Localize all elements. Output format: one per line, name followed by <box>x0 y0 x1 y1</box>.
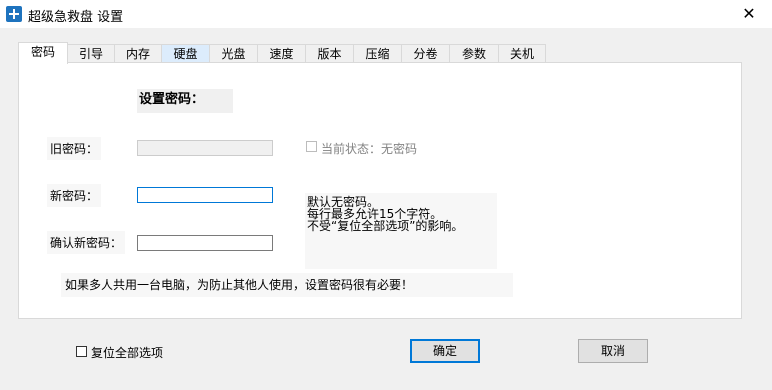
tab-cdrom[interactable]: 光盘 <box>209 44 258 62</box>
current-status-label: 当前状态：无密码 <box>321 142 418 156</box>
password-note: 如果多人共用一台电脑，为防止其他人使用，设置密码很有必要！ <box>61 273 513 297</box>
new-password-label: 新密码： <box>47 184 102 207</box>
tab-speed[interactable]: 速度 <box>257 44 306 62</box>
tab-parameters[interactable]: 参数 <box>449 44 499 62</box>
old-password-label: 旧密码： <box>47 137 102 160</box>
ok-button[interactable]: 确定 <box>410 339 480 363</box>
info-line: 不受“复位全部选项”的影响。 <box>307 219 464 233</box>
tab-harddisk[interactable]: 硬盘 <box>161 44 210 62</box>
reset-all-checkbox[interactable] <box>76 346 87 357</box>
window-title: 超级急救盘 设置 <box>28 10 124 25</box>
tab-version[interactable]: 版本 <box>305 44 354 62</box>
reset-all-label[interactable]: 复位全部选项 <box>91 344 163 361</box>
tab-volume[interactable]: 分卷 <box>401 44 450 62</box>
password-info-text: 默认无密码。 每行最多允许15个字符。 不受“复位全部选项”的影响。 <box>305 193 497 269</box>
confirm-password-label: 确认新密码： <box>47 231 126 254</box>
tab-password[interactable]: 密码 <box>18 42 68 64</box>
password-tab-panel: 设置密码： 旧密码： 当前状态：无密码 新密码： 默认无密码。 每行最多允许15… <box>18 62 742 319</box>
tab-boot[interactable]: 引导 <box>67 44 115 62</box>
title-bar: 超级急救盘 设置 ✕ <box>0 0 772 28</box>
tab-memory[interactable]: 内存 <box>114 44 162 62</box>
new-password-field[interactable] <box>137 187 273 203</box>
confirm-password-field[interactable] <box>137 235 273 251</box>
tab-shutdown[interactable]: 关机 <box>498 44 546 62</box>
tab-compression[interactable]: 压缩 <box>353 44 402 62</box>
app-icon <box>6 6 22 22</box>
old-password-field <box>137 140 273 156</box>
section-heading: 设置密码： <box>137 89 233 113</box>
current-status-checkbox <box>306 141 317 152</box>
close-button[interactable]: ✕ <box>726 0 772 28</box>
cancel-button[interactable]: 取消 <box>578 339 648 363</box>
